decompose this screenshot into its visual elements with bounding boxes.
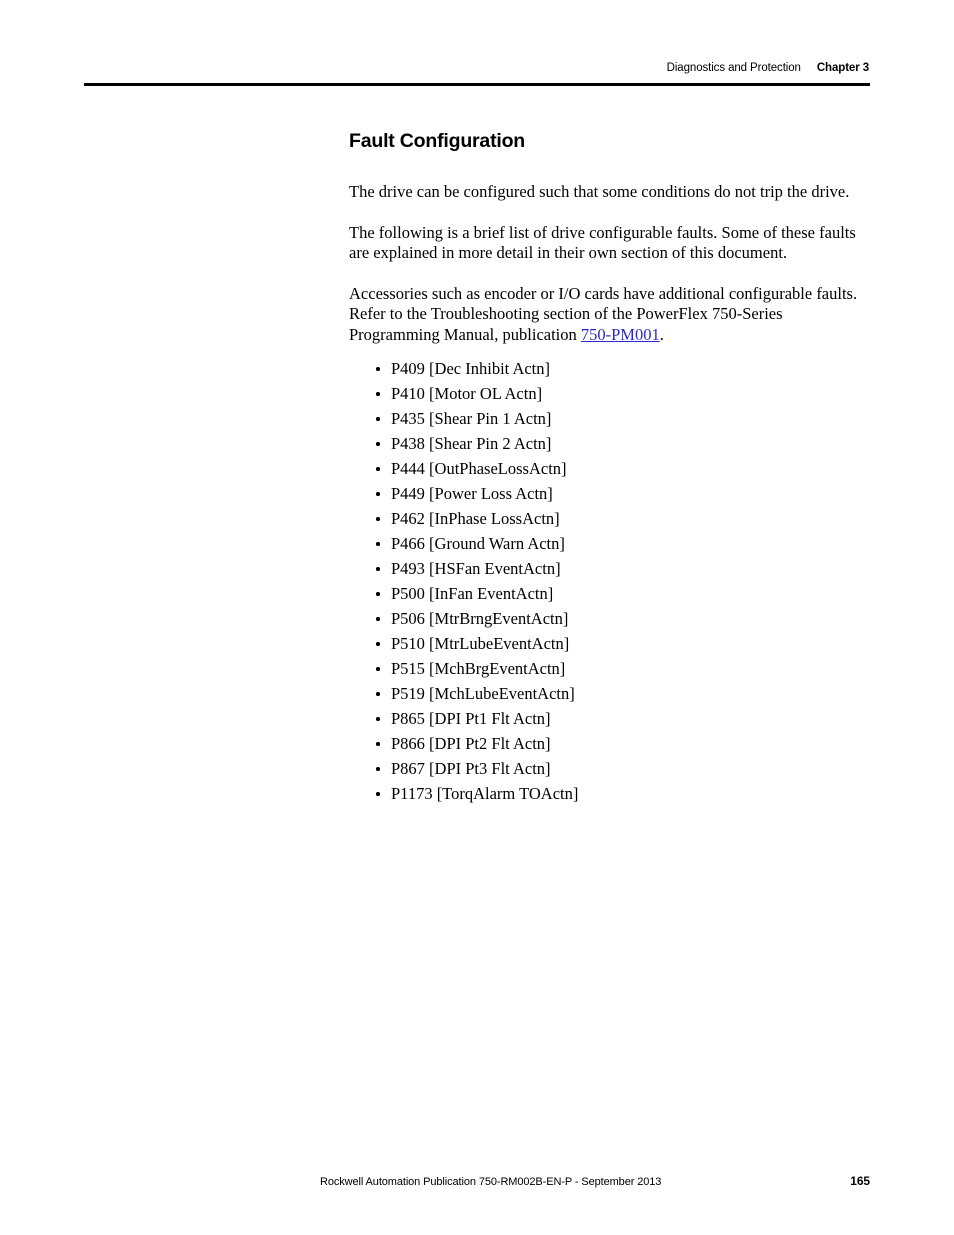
page-title: Fault Configuration	[349, 130, 526, 152]
list-item: P438 [Shear Pin 2 Actn]	[349, 431, 861, 456]
intro-paragraph-2: The following is a brief list of drive c…	[349, 222, 856, 263]
list-item: P462 [InPhase LossActn]	[349, 506, 861, 531]
header-divider-rule	[84, 83, 870, 86]
list-item: P444 [OutPhaseLossActn]	[349, 456, 861, 481]
list-item: P506 [MtrBrngEventActn]	[349, 606, 861, 631]
list-item: P866 [DPI Pt2 Flt Actn]	[349, 731, 861, 756]
accessories-text-after-link: .	[659, 324, 664, 344]
list-item: P1173 [TorqAlarm TOActn]	[349, 781, 861, 806]
list-item: P409 [Dec Inhibit Actn]	[349, 356, 861, 381]
header-text-line: Diagnostics and Protection Chapter 3	[84, 62, 870, 74]
list-item: P519 [MchLubeEventActn]	[349, 681, 861, 706]
fault-parameter-list: P409 [Dec Inhibit Actn] P410 [Motor OL A…	[349, 356, 861, 806]
intro-paragraph-1: The drive can be configured such that so…	[349, 182, 850, 202]
list-item: P500 [InFan EventActn]	[349, 581, 861, 606]
list-item: P435 [Shear Pin 1 Actn]	[349, 406, 861, 431]
header-chapter-label: Diagnostics and Protection	[666, 62, 801, 74]
list-item: P493 [HSFan EventActn]	[349, 556, 861, 581]
list-item: P410 [Motor OL Actn]	[349, 381, 861, 406]
list-item: P466 [Ground Warn Actn]	[349, 531, 861, 556]
footer-page-number: 165	[850, 1174, 870, 1188]
list-item: P867 [DPI Pt3 Flt Actn]	[349, 756, 861, 781]
list-item: P865 [DPI Pt1 Flt Actn]	[349, 706, 861, 731]
list-item: P449 [Power Loss Actn]	[349, 481, 861, 506]
list-item: P515 [MchBrgEventActn]	[349, 656, 861, 681]
list-item: P510 [MtrLubeEventActn]	[349, 631, 861, 656]
footer-publication-text: Rockwell Automation Publication 750-RM00…	[320, 1176, 662, 1188]
header-chapter-number: Chapter 3	[816, 62, 869, 74]
page-content: Fault Configuration The drive can be con…	[349, 130, 861, 806]
accessories-paragraph: Accessories such as encoder or I/O cards…	[349, 284, 861, 346]
page-footer: Rockwell Automation Publication 750-RM00…	[320, 1174, 870, 1188]
publication-link-750-pm001[interactable]: 750-PM001	[581, 325, 660, 344]
page-header: Diagnostics and Protection Chapter 3	[84, 62, 870, 86]
